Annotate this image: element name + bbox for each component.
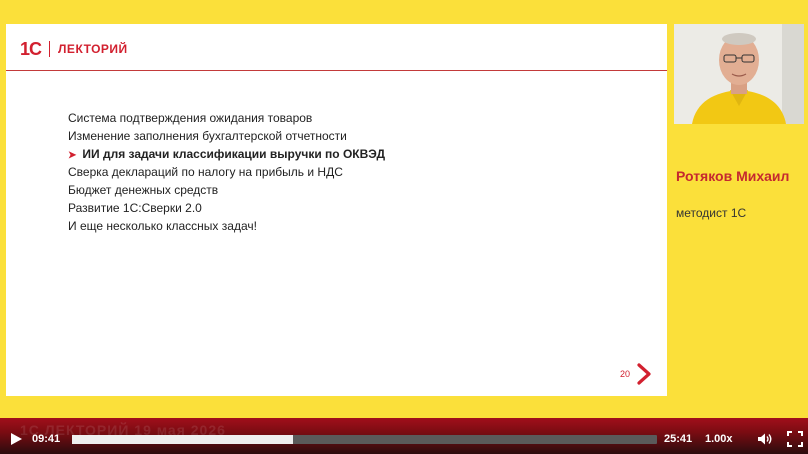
slide-page-number: 20 (620, 369, 631, 379)
topic-item: Сверка деклараций по налогу на прибыль и… (68, 163, 385, 181)
seek-progress (72, 435, 293, 444)
topic-label: Система подтверждения ожидания товаров (68, 111, 313, 125)
logo-divider (49, 41, 51, 57)
topic-label: И еще несколько классных задач! (68, 219, 257, 233)
arrow-bullet-icon: ➤ (68, 150, 77, 161)
topic-item: И еще несколько классных задач! (68, 217, 385, 235)
topic-label: Развитие 1С:Сверки 2.0 (68, 201, 202, 215)
lectorium-logo: 1С ЛЕКТОРИЙ (20, 38, 128, 60)
topic-item: Бюджет денежных средств (68, 181, 385, 199)
logo-mark: 1С (20, 38, 42, 59)
video-player-controls: 1С ЛЕКТОРИЙ 19 мая 2026 09:41 25:41 1.00… (0, 418, 808, 454)
speaker-webcam (674, 24, 804, 124)
speaker-name: Ротяков Михаил (676, 168, 790, 184)
topic-item: Система подтверждения ожидания товаров (68, 109, 385, 127)
seek-bar[interactable] (72, 435, 657, 444)
total-time: 25:41 (664, 433, 693, 445)
slide-divider (6, 70, 667, 71)
video-frame: 1С ЛЕКТОРИЙ Система подтверждения ожидан… (0, 0, 808, 418)
current-time: 09:41 (32, 433, 61, 445)
slide-topic-list: Система подтверждения ожидания товаров И… (68, 109, 385, 235)
chevron-right-icon (637, 363, 651, 385)
playback-speed-button[interactable]: 1.00x (705, 433, 733, 445)
topic-label: Изменение заполнения бухгалтерской отчет… (68, 129, 347, 143)
topic-label: Сверка деклараций по налогу на прибыль и… (68, 165, 343, 179)
topic-label: ИИ для задачи классификации выручки по О… (82, 147, 386, 161)
topic-label: Бюджет денежных средств (68, 183, 219, 197)
fullscreen-icon[interactable] (787, 431, 803, 447)
topic-item-active: ➤ ИИ для задачи классификации выручки по … (68, 145, 385, 163)
presentation-slide: 1С ЛЕКТОРИЙ Система подтверждения ожидан… (6, 24, 667, 396)
topic-item: Изменение заполнения бухгалтерской отчет… (68, 127, 385, 145)
volume-icon[interactable] (757, 431, 773, 447)
speaker-role: методист 1С (676, 206, 747, 220)
play-icon[interactable] (9, 432, 23, 446)
logo-text: ЛЕКТОРИЙ (58, 42, 128, 56)
speaker-video-image (674, 24, 804, 124)
topic-item: Развитие 1С:Сверки 2.0 (68, 199, 385, 217)
